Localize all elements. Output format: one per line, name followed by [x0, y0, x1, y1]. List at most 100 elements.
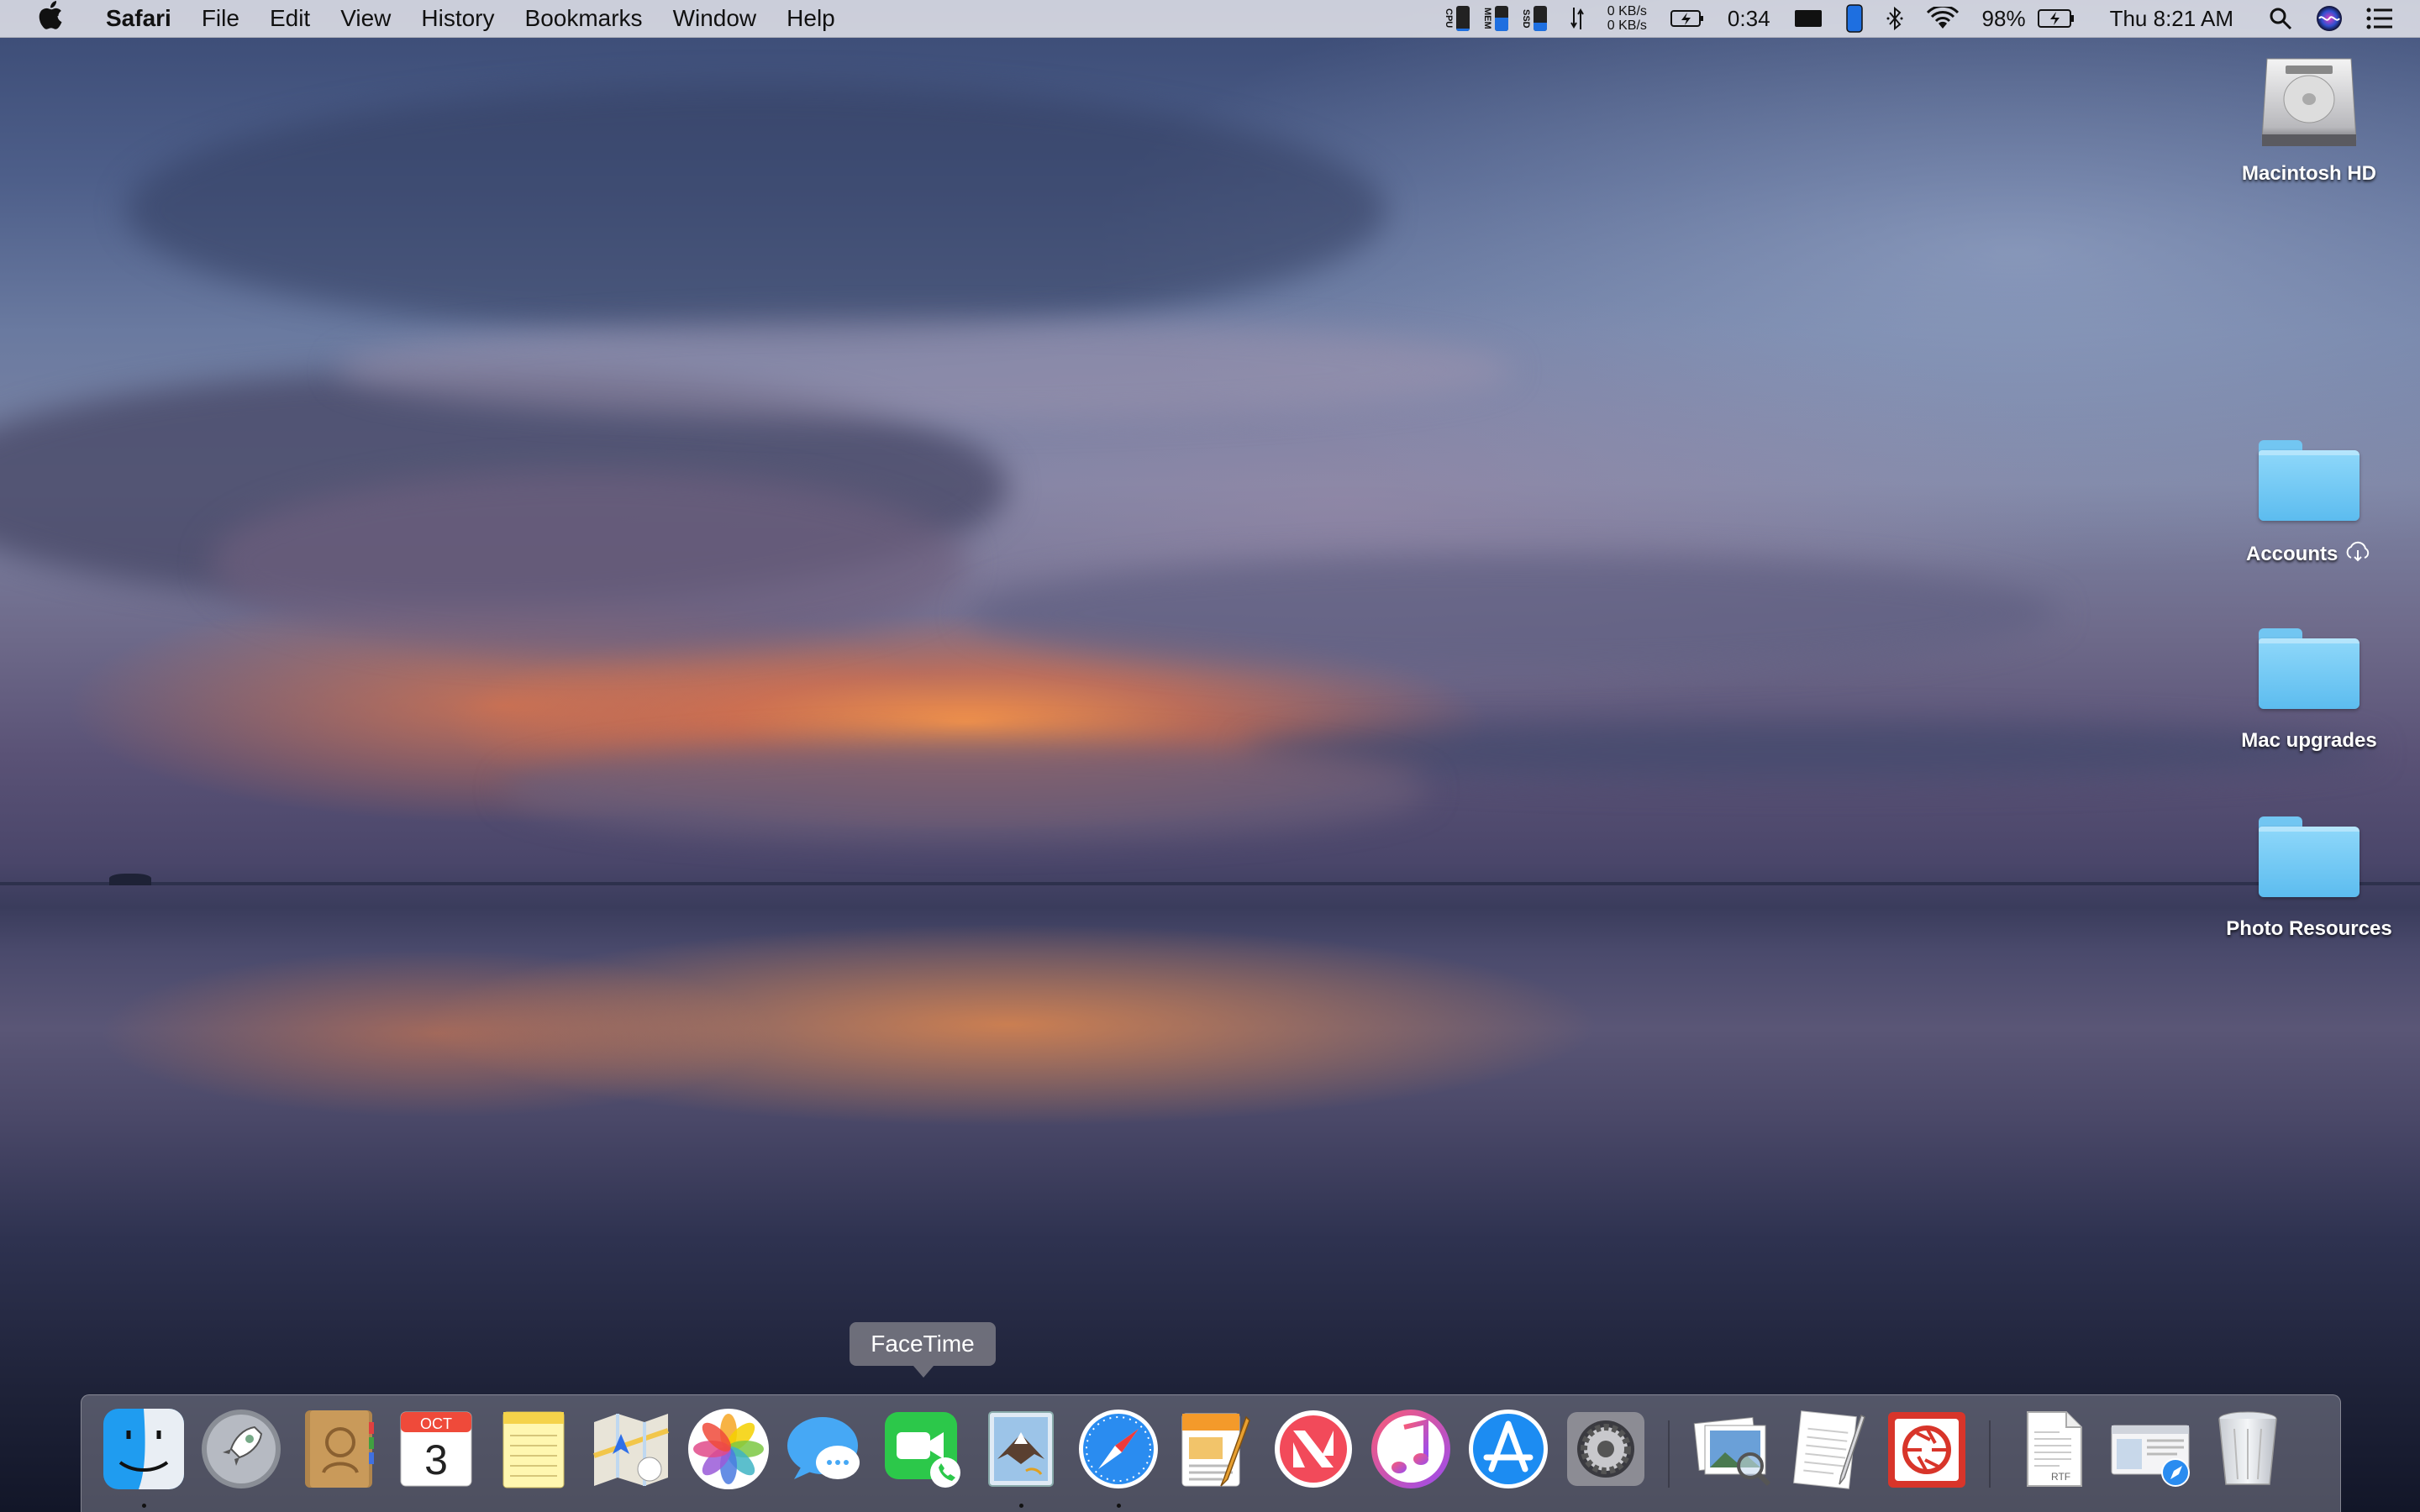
system-preferences-icon: [1567, 1412, 1644, 1486]
cloud-band: [504, 739, 1428, 840]
dock-item-preview[interactable]: [1688, 1405, 1776, 1493]
battery-percent[interactable]: 98%: [1982, 6, 2026, 32]
dock-item-photos[interactable]: [685, 1405, 772, 1493]
bluetooth-icon[interactable]: [1886, 6, 1903, 31]
desktop-item-photo-resources[interactable]: Photo Resources: [2208, 816, 2410, 941]
menu-app-name[interactable]: Safari: [91, 0, 187, 37]
dock-item-system-preferences[interactable]: [1562, 1405, 1649, 1493]
dock-item-trash[interactable]: [2204, 1405, 2291, 1493]
app-store-icon: [1469, 1410, 1548, 1488]
desktop-item-label: Photo Resources: [2226, 917, 2392, 940]
textedit-icon: [1793, 1410, 1865, 1489]
cpu-meter[interactable]: CPU: [1443, 6, 1470, 31]
dock-item-finder[interactable]: [100, 1405, 187, 1508]
preview-icon: [1693, 1416, 1771, 1487]
dock-item-launchpad[interactable]: [197, 1405, 285, 1493]
battery-status-icon[interactable]: [2037, 8, 2075, 29]
display-icon[interactable]: [1794, 9, 1823, 28]
siri-icon[interactable]: [2316, 5, 2343, 32]
mail-icon: [988, 1411, 1054, 1487]
battery-charging-icon[interactable]: [1670, 9, 1704, 28]
menu-help[interactable]: Help: [771, 0, 850, 37]
dock-item-rtf-document[interactable]: RTF: [2009, 1405, 2096, 1493]
island: [109, 874, 151, 885]
horizon-line: [0, 882, 2420, 885]
dock-item-screenshot-app[interactable]: [1883, 1405, 1970, 1493]
ssd-meter-fill: [1533, 22, 1547, 31]
rtf-label: RTF: [2051, 1471, 2071, 1483]
dock-item-downloads-stack[interactable]: [2107, 1405, 2194, 1493]
dock-item-mail[interactable]: [977, 1405, 1065, 1508]
cloud-band: [336, 319, 1512, 420]
dock-item-contacts[interactable]: [295, 1405, 382, 1493]
menu-bookmarks[interactable]: Bookmarks: [510, 0, 658, 37]
dock-item-maps[interactable]: [587, 1405, 675, 1493]
desktop-item-accounts[interactable]: Accounts: [2208, 440, 2410, 569]
menu-edit[interactable]: Edit: [255, 0, 325, 37]
finder-icon: [103, 1409, 184, 1489]
running-indicator: [1019, 1504, 1023, 1508]
downloads-stack-icon: [2111, 1425, 2190, 1487]
desktop-item-mac-upgrades[interactable]: Mac upgrades: [2208, 628, 2410, 753]
calendar-month: OCT: [420, 1415, 452, 1432]
dock-item-itunes[interactable]: [1367, 1405, 1455, 1493]
menu-view[interactable]: View: [325, 0, 406, 37]
calendar-day: 3: [424, 1436, 448, 1483]
ssd-meter-label: SSD: [1520, 8, 1531, 29]
desktop-item-label: Macintosh HD: [2241, 162, 2376, 185]
desktop[interactable]: Safari File Edit View History Bookmarks …: [0, 0, 2420, 1512]
dock-item-facetime[interactable]: [880, 1405, 967, 1493]
menu-window[interactable]: Window: [658, 0, 772, 37]
maps-icon: [593, 1414, 669, 1486]
cloud-band: [966, 554, 2059, 672]
icloud-download-icon: [2344, 541, 2372, 569]
dock-item-textedit[interactable]: [1786, 1405, 1873, 1493]
memory-meter-fill: [1494, 17, 1508, 31]
desktop-item-label: Mac upgrades: [2241, 729, 2377, 752]
dock-item-calendar[interactable]: OCT 3: [392, 1405, 480, 1493]
memory-meter[interactable]: MEM: [1481, 6, 1508, 31]
dock-item-safari[interactable]: [1075, 1405, 1162, 1508]
folder-icon: [2259, 628, 2360, 709]
notification-center-icon[interactable]: [2366, 8, 2393, 29]
memory-meter-label: MEM: [1481, 8, 1492, 29]
news-icon: [1275, 1410, 1352, 1488]
folder-icon: [2259, 440, 2360, 521]
clock[interactable]: Thu 8:21 AM: [2110, 6, 2233, 32]
itunes-icon: [1371, 1410, 1450, 1488]
dock-item-notes[interactable]: [490, 1405, 577, 1493]
running-indicator: [142, 1504, 146, 1508]
dock-item-app-store[interactable]: [1465, 1405, 1552, 1493]
battery-time[interactable]: 0:34: [1728, 6, 1770, 32]
search-icon[interactable]: [2269, 7, 2292, 30]
notes-icon: [502, 1411, 565, 1488]
menu-bar: Safari File Edit View History Bookmarks …: [0, 0, 2420, 38]
safari-icon: [1079, 1410, 1158, 1488]
network-upload: 0 KB/s: [1607, 4, 1647, 18]
facetime-icon: [885, 1412, 960, 1488]
menu-history[interactable]: History: [406, 0, 509, 37]
dock: OCT 3 RTF: [81, 1394, 2341, 1512]
network-speed[interactable]: 0 KB/s 0 KB/s: [1607, 4, 1647, 33]
cloud-band: [126, 84, 1386, 336]
dock-separator: [1668, 1420, 1670, 1488]
pages-icon: [1181, 1413, 1250, 1487]
menu-file[interactable]: File: [187, 0, 255, 37]
folder-icon: [2259, 816, 2360, 897]
launchpad-icon: [202, 1410, 281, 1488]
screenshot-app-icon: [1888, 1412, 1965, 1488]
desktop-item-macintosh-hd[interactable]: Macintosh HD: [2208, 50, 2410, 186]
dock-item-messages[interactable]: [782, 1405, 870, 1493]
cloud-band: [210, 470, 966, 655]
cpu-meter-fill: [1455, 29, 1470, 31]
phone-icon[interactable]: [1845, 4, 1863, 33]
apple-icon[interactable]: [30, 1, 71, 36]
network-arrows-icon[interactable]: [1570, 6, 1584, 31]
network-download: 0 KB/s: [1607, 18, 1647, 33]
dock-item-pages[interactable]: [1172, 1405, 1260, 1493]
photos-icon: [688, 1409, 769, 1489]
messages-icon: [787, 1417, 860, 1479]
wifi-icon[interactable]: [1926, 7, 1959, 30]
ssd-meter[interactable]: SSD: [1520, 6, 1547, 31]
dock-item-news[interactable]: [1270, 1405, 1357, 1493]
